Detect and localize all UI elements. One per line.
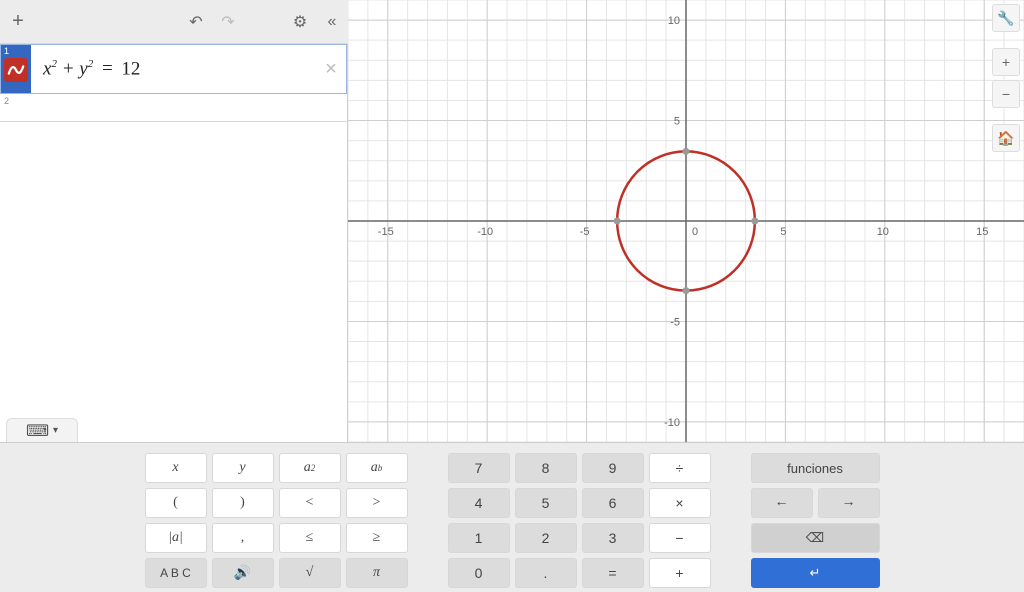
- expression-formula[interactable]: x2 + y2 = 12: [31, 58, 316, 80]
- key-funciones[interactable]: funciones: [751, 453, 880, 483]
- key-1[interactable]: 1: [448, 523, 510, 553]
- svg-text:10: 10: [668, 15, 680, 27]
- key-y[interactable]: y: [212, 453, 274, 483]
- wrench-icon[interactable]: 🔧: [992, 4, 1020, 32]
- key-dot[interactable]: .: [515, 558, 577, 588]
- keyboard-icon: ⌨: [26, 421, 49, 441]
- keyboard-toggle[interactable]: ⌨ ▾: [6, 418, 78, 442]
- key-[interactable]: ): [212, 488, 274, 518]
- settings-button[interactable]: ⚙: [284, 6, 316, 38]
- zoom-in-button[interactable]: +: [992, 48, 1020, 76]
- svg-text:-10: -10: [664, 417, 680, 429]
- key-[interactable]: ≤: [279, 523, 341, 553]
- svg-text:-15: -15: [378, 226, 394, 238]
- redo-button: ↷: [212, 6, 244, 38]
- key-plus[interactable]: +: [649, 558, 711, 588]
- expression-toolbar: + ↶ ↷ ⚙ «: [0, 0, 348, 44]
- svg-text:-5: -5: [580, 226, 590, 238]
- key-[interactable]: >: [346, 488, 408, 518]
- key-group-nav: funciones ← → ⌫ ↵: [751, 453, 880, 588]
- key-div[interactable]: ÷: [649, 453, 711, 483]
- chevron-down-icon: ▾: [53, 425, 58, 436]
- key-group-functions: xya2ab ()<> |a|,≤≥ A B C🔊√π: [145, 453, 408, 588]
- key-backspace[interactable]: ⌫: [751, 523, 880, 553]
- key-8[interactable]: 8: [515, 453, 577, 483]
- svg-text:5: 5: [780, 226, 786, 238]
- zoom-out-button[interactable]: −: [992, 80, 1020, 108]
- curve-icon[interactable]: [4, 58, 28, 82]
- key-[interactable]: ≥: [346, 523, 408, 553]
- key-[interactable]: 🔊: [212, 558, 274, 588]
- key-3[interactable]: 3: [582, 523, 644, 553]
- key-9[interactable]: 9: [582, 453, 644, 483]
- expression-row-empty[interactable]: 2: [0, 94, 347, 122]
- expression-row[interactable]: 1 x2 + y2 = 12 ×: [0, 44, 347, 94]
- key-a[interactable]: ab: [346, 453, 408, 483]
- key-enter[interactable]: ↵: [751, 558, 880, 588]
- key-x[interactable]: x: [145, 453, 207, 483]
- svg-text:0: 0: [692, 226, 698, 238]
- svg-text:5: 5: [674, 116, 680, 128]
- key-arrow-left[interactable]: ←: [751, 488, 813, 518]
- key-2[interactable]: 2: [515, 523, 577, 553]
- expression-list: 1 x2 + y2 = 12 × 2: [0, 44, 348, 442]
- key-mul[interactable]: ×: [649, 488, 711, 518]
- plot-svg: -15 -10 -5 0 5 10 15 -10 -5 5 10: [348, 0, 1024, 442]
- key-group-numpad: 789÷ 456× 123− 0.=+: [448, 453, 711, 588]
- key-4[interactable]: 4: [448, 488, 510, 518]
- graph-canvas[interactable]: -15 -10 -5 0 5 10 15 -10 -5 5 10 🔧 + − 🏠: [348, 0, 1024, 442]
- add-expression-button[interactable]: +: [0, 4, 36, 40]
- key-arrow-right[interactable]: →: [818, 488, 880, 518]
- key-[interactable]: (: [145, 488, 207, 518]
- key-a[interactable]: a2: [279, 453, 341, 483]
- virtual-keyboard: xya2ab ()<> |a|,≤≥ A B C🔊√π 789÷ 456× 123− 0.=…: [0, 442, 1024, 592]
- key-a[interactable]: |a|: [145, 523, 207, 553]
- key-6[interactable]: 6: [582, 488, 644, 518]
- key-0[interactable]: 0: [448, 558, 510, 588]
- key-eq[interactable]: =: [582, 558, 644, 588]
- key-abc[interactable]: A B C: [145, 558, 207, 588]
- expression-index: 1: [4, 46, 9, 56]
- svg-text:10: 10: [877, 226, 889, 238]
- undo-button[interactable]: ↶: [180, 6, 212, 38]
- key-[interactable]: √: [279, 558, 341, 588]
- key-5[interactable]: 5: [515, 488, 577, 518]
- graph-tools: 🔧 + − 🏠: [992, 4, 1020, 152]
- key-[interactable]: ,: [212, 523, 274, 553]
- svg-text:-5: -5: [670, 316, 680, 328]
- key-[interactable]: π: [346, 558, 408, 588]
- collapse-button[interactable]: «: [316, 6, 348, 38]
- key-7[interactable]: 7: [448, 453, 510, 483]
- svg-text:-10: -10: [477, 226, 493, 238]
- svg-text:15: 15: [976, 226, 988, 238]
- close-icon[interactable]: ×: [316, 58, 346, 81]
- expression-index: 2: [4, 96, 9, 106]
- key-[interactable]: <: [279, 488, 341, 518]
- home-button[interactable]: 🏠: [992, 124, 1020, 152]
- key-minus[interactable]: −: [649, 523, 711, 553]
